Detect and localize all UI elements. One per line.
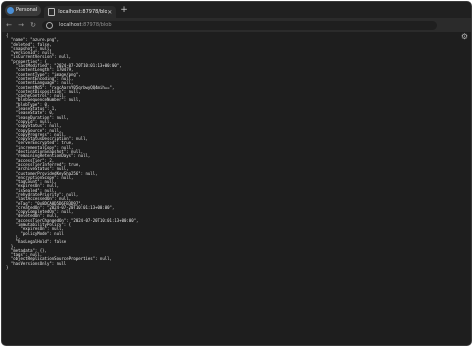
browser-window: Personal localhost:87978/blob ✕ + ← → ↻ …	[2, 2, 471, 345]
json-viewer: { "name": "azure.png", "deleted": false,…	[6, 33, 138, 271]
profile-button[interactable]: Personal	[5, 4, 42, 16]
address-url: localhost:87978/blob	[59, 22, 112, 28]
forward-icon[interactable]: →	[16, 21, 26, 29]
page-icon	[48, 8, 56, 16]
back-icon[interactable]: ←	[4, 21, 14, 29]
profile-label: Personal	[16, 7, 38, 13]
info-icon[interactable]	[46, 21, 53, 29]
new-tab-icon[interactable]: +	[120, 5, 128, 15]
url-host: localhost	[59, 22, 82, 28]
tab-bar: Personal localhost:87978/blob ✕ +	[2, 2, 471, 18]
json-line: }	[6, 265, 9, 271]
navigation-bar: ← → ↻ localhost:87978/blob	[2, 18, 471, 32]
gear-icon[interactable]: ⚙	[461, 33, 468, 41]
tab-title: localhost:87978/blob	[58, 9, 108, 15]
reload-icon[interactable]: ↻	[28, 21, 38, 29]
close-icon[interactable]: ✕	[107, 9, 112, 16]
url-path: :87978/blob	[81, 22, 112, 28]
tab-active[interactable]: localhost:87978/blob ✕	[44, 6, 117, 18]
avatar	[7, 6, 14, 14]
page-content: ⚙ { "name": "azure.png", "deleted": fals…	[2, 32, 471, 345]
address-bar[interactable]: localhost:87978/blob	[42, 20, 437, 30]
